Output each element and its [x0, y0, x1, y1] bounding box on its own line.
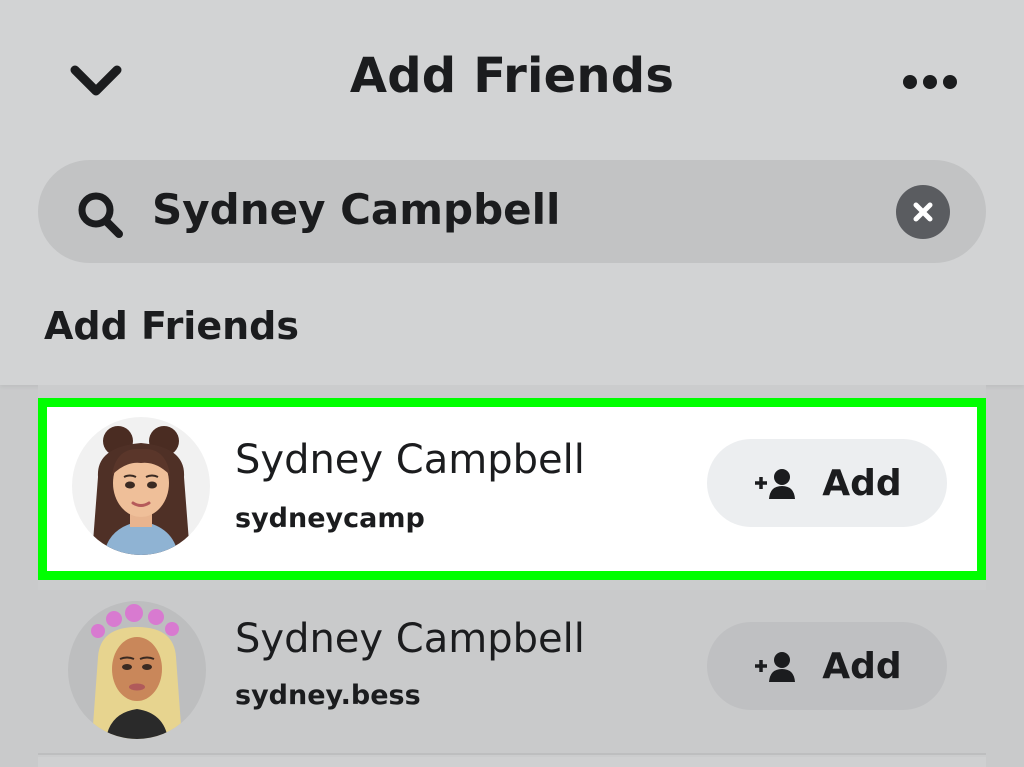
- add-button-label: Add: [822, 462, 902, 504]
- add-user-icon: [755, 469, 796, 499]
- add-friend-button[interactable]: Add: [707, 622, 947, 710]
- friend-username: sydneycamp: [235, 503, 425, 534]
- avatar: [72, 417, 210, 555]
- more-options-button[interactable]: [896, 62, 964, 102]
- clear-icon: [913, 202, 933, 222]
- list-item[interactable]: Sydney Campbell sydneycamp Add: [38, 398, 986, 580]
- add-button-label: Add: [822, 645, 902, 687]
- add-friend-button[interactable]: Add: [707, 439, 947, 527]
- friend-name: Sydney Campbell: [235, 437, 585, 483]
- page-title: Add Friends: [349, 48, 675, 104]
- list-item: [38, 757, 986, 767]
- add-user-icon: [755, 652, 796, 682]
- avatar: [68, 601, 206, 739]
- list-item[interactable]: Sydney Campbell sydney.bess Add: [38, 590, 986, 755]
- friend-username: sydney.bess: [235, 680, 421, 711]
- header-bar: Add Friends Sydney Campbell Add Friends: [0, 0, 1024, 385]
- search-input[interactable]: Sydney Campbell: [152, 185, 560, 234]
- friend-name: Sydney Campbell: [235, 616, 585, 662]
- search-icon: [78, 192, 123, 238]
- more-horizontal-icon: [903, 75, 957, 89]
- section-title: Add Friends: [44, 304, 299, 348]
- clear-search-button[interactable]: [896, 185, 950, 239]
